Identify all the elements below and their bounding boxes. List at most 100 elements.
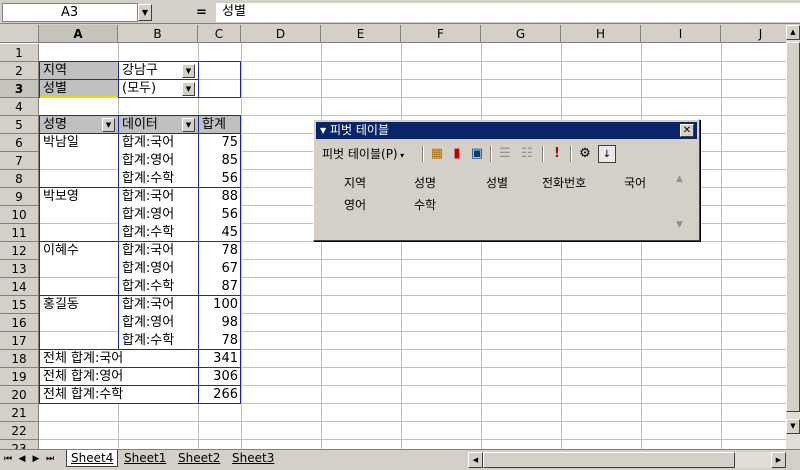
cell-b11[interactable]: 합계:수학 — [119, 224, 198, 242]
sheet-tab[interactable]: Sheet2 — [174, 450, 224, 467]
cell-c18[interactable]: 341 — [199, 350, 241, 368]
formula-input[interactable]: 성별 — [216, 3, 800, 22]
row-header[interactable]: 9 — [0, 188, 39, 206]
row-header[interactable]: 23 — [0, 440, 39, 449]
row-header[interactable]: 12 — [0, 242, 39, 260]
cell-b10[interactable]: 합계:영어 — [119, 206, 198, 224]
cell-a20[interactable]: 전체 합계:수학 — [40, 386, 198, 404]
field-button[interactable]: 영어 — [344, 196, 366, 213]
field-settings-icon[interactable]: ⚙ — [576, 145, 594, 163]
row-header[interactable]: 2 — [0, 62, 39, 80]
cell-c7[interactable]: 85 — [199, 152, 241, 170]
field-button[interactable]: 전화번호 — [542, 174, 586, 191]
column-header-a[interactable]: A — [39, 25, 118, 43]
row-header[interactable]: 19 — [0, 368, 39, 386]
cell-b6[interactable]: 합계:국어 — [119, 134, 198, 152]
row-header[interactable]: 16 — [0, 314, 39, 332]
cell-b13[interactable]: 합계:영어 — [119, 260, 198, 278]
cell-b12[interactable]: 합계:국어 — [119, 242, 198, 260]
column-header-g[interactable]: G — [481, 25, 561, 43]
cell-b14[interactable]: 합계:수학 — [119, 278, 198, 296]
row-header[interactable]: 20 — [0, 386, 39, 404]
row-header[interactable]: 17 — [0, 332, 39, 350]
row-header[interactable]: 7 — [0, 152, 39, 170]
next-sheet-icon[interactable]: ▶ — [30, 452, 42, 467]
cell-c17[interactable]: 78 — [199, 332, 241, 350]
row-header[interactable]: 14 — [0, 278, 39, 296]
cell-c9[interactable]: 88 — [199, 188, 241, 206]
field-button[interactable]: 성별 — [486, 174, 508, 191]
pivot-table-menu-button[interactable]: 피벗 테이블(P) ▾ — [322, 144, 404, 164]
horizontal-scrollbar[interactable]: ◀ ▶ — [468, 452, 786, 468]
cell-a2[interactable]: 지역 — [40, 62, 118, 80]
format-report-icon[interactable]: ▦ — [428, 145, 446, 163]
scroll-left-icon[interactable]: ◀ — [468, 452, 483, 468]
row-header[interactable]: 11 — [0, 224, 39, 242]
row-header[interactable]: 13 — [0, 260, 39, 278]
refresh-data-icon[interactable]: ! — [548, 145, 566, 163]
cell-c5[interactable]: 합계 — [199, 116, 241, 134]
cell-c13[interactable]: 67 — [199, 260, 241, 278]
equals-sign[interactable]: = — [196, 4, 212, 21]
cell-c19[interactable]: 306 — [199, 368, 241, 386]
hide-detail-icon[interactable]: ☰ — [496, 145, 514, 163]
column-header-b[interactable]: B — [118, 25, 198, 43]
scroll-up-icon[interactable]: ▲ — [786, 25, 800, 40]
cell-c20[interactable]: 266 — [199, 386, 241, 404]
field-button[interactable]: 성명 — [414, 174, 436, 191]
row-header[interactable]: 6 — [0, 134, 39, 152]
cell-b17[interactable]: 합계:수학 — [119, 332, 198, 350]
cell-a15[interactable]: 홍길동 — [40, 296, 118, 314]
field-scroll-down-icon[interactable]: ▼ — [676, 220, 683, 230]
vertical-scroll-thumb[interactable] — [786, 42, 800, 412]
horizontal-scroll-thumb[interactable] — [483, 452, 735, 468]
cell-c10[interactable]: 56 — [199, 206, 241, 224]
row-header[interactable]: 4 — [0, 98, 39, 116]
column-header-c[interactable]: C — [198, 25, 241, 43]
column-header-f[interactable]: F — [401, 25, 481, 43]
column-header-i[interactable]: I — [641, 25, 721, 43]
cell-a6[interactable]: 박남일 — [40, 134, 118, 152]
select-all-corner[interactable] — [0, 25, 39, 43]
cell-a18[interactable]: 전체 합계:국어 — [40, 350, 198, 368]
pivot-toolbar-titlebar[interactable]: ▼ 피벗 테이블 ✕ — [316, 122, 697, 139]
toolbar-menu-icon[interactable]: ▼ — [320, 122, 326, 139]
pivot-wizard-icon[interactable]: ▣ — [468, 145, 486, 163]
name-box[interactable]: A3 — [2, 3, 138, 22]
cell-c12[interactable]: 78 — [199, 242, 241, 260]
row-header[interactable]: 10 — [0, 206, 39, 224]
name-box-dropdown-icon[interactable]: ▼ — [138, 4, 152, 21]
data-field-dropdown-icon[interactable]: ▼ — [182, 118, 195, 132]
chart-wizard-icon[interactable]: ▮ — [448, 145, 466, 163]
cell-b7[interactable]: 합계:영어 — [119, 152, 198, 170]
row-header[interactable]: 3 — [0, 80, 39, 98]
row-field-dropdown-icon[interactable]: ▼ — [102, 118, 115, 132]
field-button[interactable]: 국어 — [624, 174, 646, 191]
cell-c8[interactable]: 56 — [199, 170, 241, 188]
row-header[interactable]: 15 — [0, 296, 39, 314]
cell-c15[interactable]: 100 — [199, 296, 241, 314]
first-sheet-icon[interactable]: ⏮ — [2, 452, 14, 467]
cell-c16[interactable]: 98 — [199, 314, 241, 332]
column-header-h[interactable]: H — [561, 25, 641, 43]
field-scroll-up-icon[interactable]: ▲ — [676, 174, 683, 184]
cell-a19[interactable]: 전체 합계:영어 — [40, 368, 198, 386]
sheet-tab[interactable]: Sheet1 — [120, 450, 170, 467]
page-field-dropdown-icon[interactable]: ▼ — [182, 64, 195, 78]
cell-c6[interactable]: 75 — [199, 134, 241, 152]
row-header[interactable]: 22 — [0, 422, 39, 440]
field-button[interactable]: 지역 — [344, 174, 366, 191]
show-detail-icon[interactable]: ☷ — [518, 145, 536, 163]
column-header-d[interactable]: D — [241, 25, 321, 43]
column-header-e[interactable]: E — [321, 25, 401, 43]
prev-sheet-icon[interactable]: ◀ — [16, 452, 28, 467]
row-header[interactable]: 18 — [0, 350, 39, 368]
scroll-right-icon[interactable]: ▶ — [771, 452, 786, 468]
column-header-j[interactable]: J — [721, 25, 786, 43]
close-icon[interactable]: ✕ — [680, 124, 694, 137]
row-header[interactable]: 5 — [0, 116, 39, 134]
cell-a12[interactable]: 이혜수 — [40, 242, 118, 260]
field-button[interactable]: 수학 — [414, 196, 436, 213]
row-header[interactable]: 1 — [0, 44, 39, 62]
scroll-down-icon[interactable]: ▼ — [786, 419, 800, 434]
